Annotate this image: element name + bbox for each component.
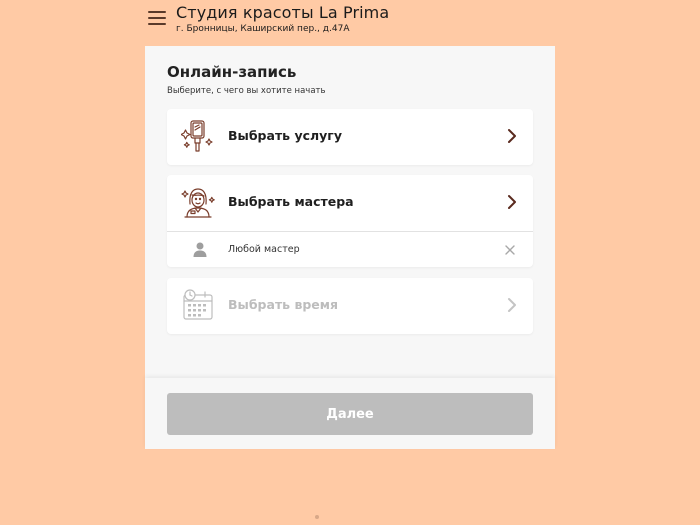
calendar-clock-icon: [183, 289, 213, 320]
choose-time-label: Выбрать время: [228, 297, 339, 312]
selected-master-row[interactable]: Любой мастер: [167, 231, 533, 267]
studio-name: Студия красоты La Prima: [176, 3, 390, 22]
master-card: Выбрать мастера Любой мастер: [167, 175, 533, 267]
page-indicator-dot: [315, 515, 319, 519]
chevron-right-icon: [508, 195, 516, 209]
master-portrait-icon: [181, 188, 215, 218]
page-title: Онлайн-запись: [167, 63, 297, 81]
hand-mirror-icon: [181, 120, 213, 152]
choose-time-button[interactable]: Выбрать время: [167, 278, 533, 334]
page-subtitle: Выберите, с чего вы хотите начать: [167, 86, 326, 96]
chevron-right-icon: [508, 298, 516, 312]
person-icon: [193, 242, 207, 257]
studio-address: г. Бронницы, Каширский пер., д.47А: [176, 24, 350, 34]
choose-master-button[interactable]: Выбрать мастера: [167, 175, 533, 231]
choose-master-label: Выбрать мастера: [228, 194, 354, 209]
service-card: Выбрать услугу: [167, 109, 533, 165]
time-card: Выбрать время: [167, 278, 533, 334]
next-button[interactable]: Далее: [167, 393, 533, 435]
close-icon[interactable]: [505, 245, 515, 255]
booking-panel: Онлайн-запись Выберите, с чего вы хотите…: [145, 46, 555, 449]
choose-service-label: Выбрать услугу: [228, 128, 342, 143]
selected-master-label: Любой мастер: [228, 244, 300, 255]
hamburger-menu-icon[interactable]: [148, 10, 166, 26]
chevron-right-icon: [508, 129, 516, 143]
choose-service-button[interactable]: Выбрать услугу: [167, 109, 533, 165]
footer-bar: Далее: [145, 378, 555, 449]
